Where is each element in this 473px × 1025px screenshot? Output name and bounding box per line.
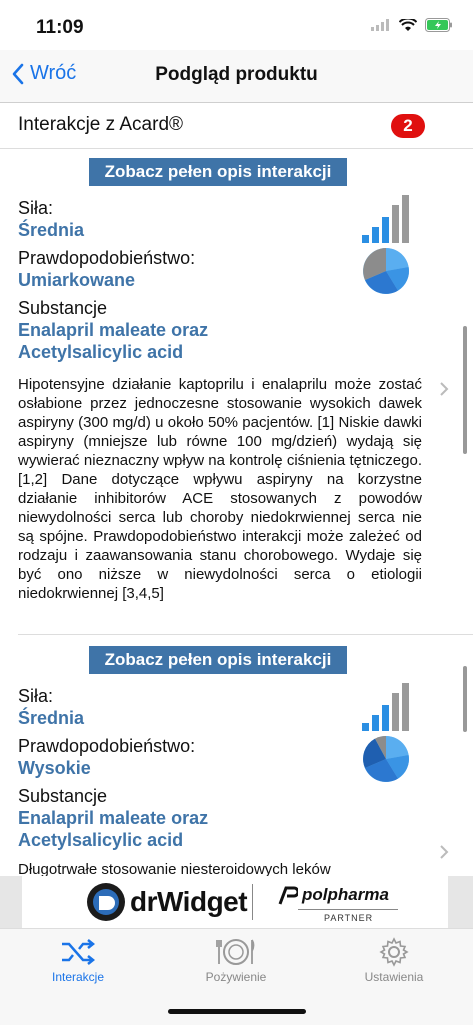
partner-label: PARTNER [324, 913, 374, 923]
tab-pozywienie[interactable]: Pożywienie [176, 937, 296, 984]
drwidget-logo-icon [87, 883, 125, 921]
substance-line-1: Enalapril maleate oraz [18, 320, 209, 340]
chevron-right-icon [440, 845, 449, 859]
banner-inner: drWidget polpharma PARTNER [22, 876, 448, 928]
partner-line [298, 909, 398, 910]
interaction-description: Długotrwałe stosowanie niesteroidowych l… [18, 861, 331, 876]
tab-interakcje[interactable]: Interakcje [18, 937, 138, 984]
substance-line-2: Acetylsalicylic acid [18, 830, 184, 850]
interaction-card-2[interactable]: Zobacz pełen opis interakcji Siła: Średn… [0, 636, 473, 876]
probability-value: Wysokie [18, 758, 91, 778]
scrollbar[interactable] [463, 666, 467, 732]
tab-label: Pożywienie [205, 970, 267, 984]
full-description-button[interactable]: Zobacz pełen opis interakcji [89, 158, 347, 186]
shuffle-icon [62, 939, 96, 965]
strength-bars-icon [362, 195, 409, 243]
interactions-header-label: Interakcje z Acard® [18, 114, 184, 135]
status-icons [371, 18, 453, 32]
card-divider [18, 634, 473, 635]
status-time: 11:09 [36, 17, 84, 38]
drwidget-brand: drWidget [130, 886, 248, 917]
substance-line-2: Acetylsalicylic acid [18, 342, 184, 362]
page-title: Podgląd produktu [155, 64, 318, 85]
strength-bars-icon [362, 683, 409, 731]
gear-icon [379, 937, 409, 967]
substances-label: Substancje [18, 786, 108, 806]
sponsor-banner[interactable]: drWidget polpharma PARTNER [0, 876, 473, 928]
substances-label: Substancje [18, 298, 108, 318]
probability-value: Umiarkowane [18, 270, 136, 290]
interactions-header: Interakcje z Acard® 2 [0, 102, 473, 149]
probability-label: Prawdopodobieństwo: [18, 248, 196, 268]
tab-label: Ustawienia [364, 970, 424, 984]
battery-icon [425, 18, 452, 32]
interaction-card-1[interactable]: Zobacz pełen opis interakcji Siła: Średn… [0, 148, 473, 635]
plate-icon [216, 939, 255, 965]
probability-label: Prawdopodobieństwo: [18, 736, 196, 756]
wifi-icon [399, 18, 417, 31]
probability-pie-icon [363, 248, 409, 294]
strength-value: Średnia [18, 220, 85, 240]
probability-pie-icon [363, 735, 409, 782]
full-description-button[interactable]: Zobacz pełen opis interakcji [89, 646, 347, 674]
interaction-description: Hipotensyjne działanie kaptoprilu i enal… [18, 376, 422, 602]
signal-icon [371, 19, 389, 31]
scrollbar[interactable] [463, 326, 467, 454]
strength-value: Średnia [18, 708, 85, 728]
banner-divider [252, 884, 253, 920]
chevron-right-icon [440, 382, 449, 396]
substance-line-1: Enalapril maleate oraz [18, 808, 209, 828]
tab-ustawienia[interactable]: Ustawienia [334, 937, 454, 984]
polpharma-logo-icon [278, 886, 298, 905]
navigation-bar: Wróć Podgląd produktu [0, 50, 473, 103]
home-indicator [168, 1009, 306, 1014]
strength-label: Siła: [18, 198, 54, 218]
interaction-count-badge: 2 [391, 114, 425, 138]
status-bar: 11:09 [0, 0, 473, 50]
polpharma-brand: polpharma [302, 885, 389, 904]
strength-label: Siła: [18, 686, 54, 706]
tab-label: Interakcje [51, 970, 105, 984]
